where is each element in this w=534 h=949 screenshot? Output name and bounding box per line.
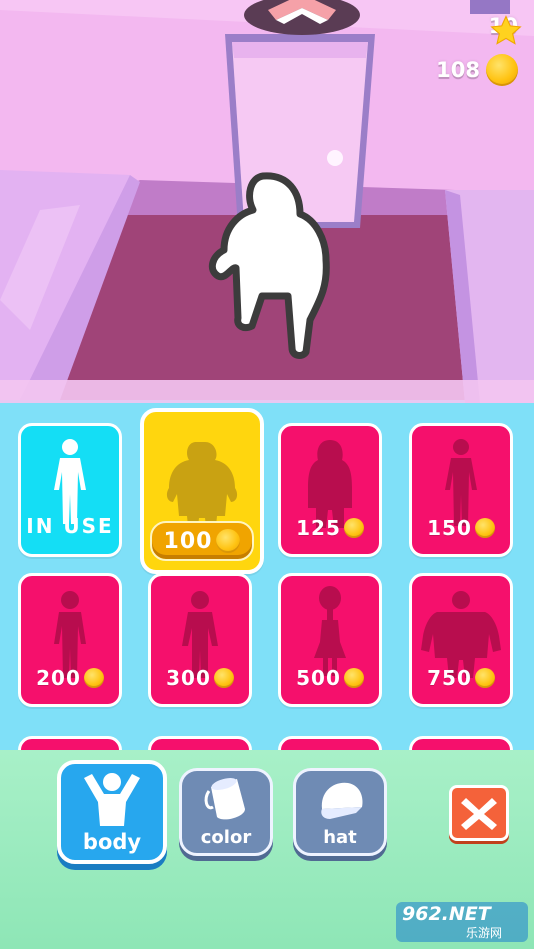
coin-count: 108 <box>436 58 480 82</box>
star-counter: 10 <box>489 14 522 45</box>
star-icon <box>490 15 522 45</box>
skin-silhouette-icon <box>308 440 352 528</box>
price-button[interactable]: 100 <box>150 521 254 561</box>
coin-icon <box>486 54 518 86</box>
skin-card-locked[interactable]: 750 <box>409 573 513 707</box>
skin-card-locked[interactable]: 125 <box>278 423 382 557</box>
coin-icon <box>83 668 104 688</box>
skin-card-locked[interactable]: 150 <box>409 423 513 557</box>
watermark-logo: 962.NET 乐游网 <box>396 902 528 942</box>
skin-silhouette-icon <box>54 439 86 524</box>
price-value: 125 <box>296 516 341 540</box>
tab-body[interactable]: body <box>57 760 167 864</box>
price-value: 500 <box>296 666 341 690</box>
price-value: 100 <box>163 528 213 554</box>
skin-card-locked[interactable]: 200 <box>18 573 122 707</box>
close-button[interactable] <box>449 785 509 841</box>
tab-hat-label: hat <box>323 827 357 848</box>
skin-card-locked[interactable]: 300 <box>148 573 252 707</box>
coin-icon <box>343 668 364 688</box>
watermark-sub: 乐游网 <box>466 926 503 940</box>
cap-icon <box>321 782 363 819</box>
tab-hat[interactable]: hat <box>293 768 387 856</box>
skin-card-selected[interactable]: 100 <box>140 408 264 574</box>
skin-shop-grid: IN USE 100 125 150 200 300 500 750 <box>0 403 534 753</box>
coin-counter: 108 <box>436 54 518 86</box>
skin-card-default[interactable]: IN USE <box>18 423 122 557</box>
paint-bucket-icon <box>204 778 245 820</box>
coin-icon <box>474 668 495 688</box>
tab-body-label: body <box>82 830 142 854</box>
price-value: 300 <box>166 666 211 690</box>
skin-silhouette-icon <box>314 586 346 676</box>
skin-card-locked[interactable]: 500 <box>278 573 382 707</box>
coin-icon <box>216 529 241 553</box>
price-value: 150 <box>427 516 472 540</box>
price-tag: 200 <box>21 666 119 690</box>
price-value: 200 <box>36 666 81 690</box>
in-use-label: IN USE <box>26 514 114 538</box>
price-tag: 125 <box>281 516 379 540</box>
price-tag: 300 <box>151 666 249 690</box>
coin-icon <box>474 518 495 538</box>
tab-color-label: color <box>200 827 252 848</box>
skin-silhouette-icon <box>445 439 477 526</box>
coin-icon <box>343 518 364 538</box>
close-x-icon <box>461 798 497 830</box>
watermark-brand: 962.NET <box>402 903 491 925</box>
price-value: 750 <box>427 666 472 690</box>
price-tag: 750 <box>412 666 510 690</box>
tab-color[interactable]: color <box>179 768 273 856</box>
price-tag: 500 <box>281 666 379 690</box>
person-arms-up-icon <box>84 773 140 826</box>
coin-icon <box>213 668 234 688</box>
price-tag: 150 <box>412 516 510 540</box>
game-scene: 10 108 <box>0 0 534 403</box>
